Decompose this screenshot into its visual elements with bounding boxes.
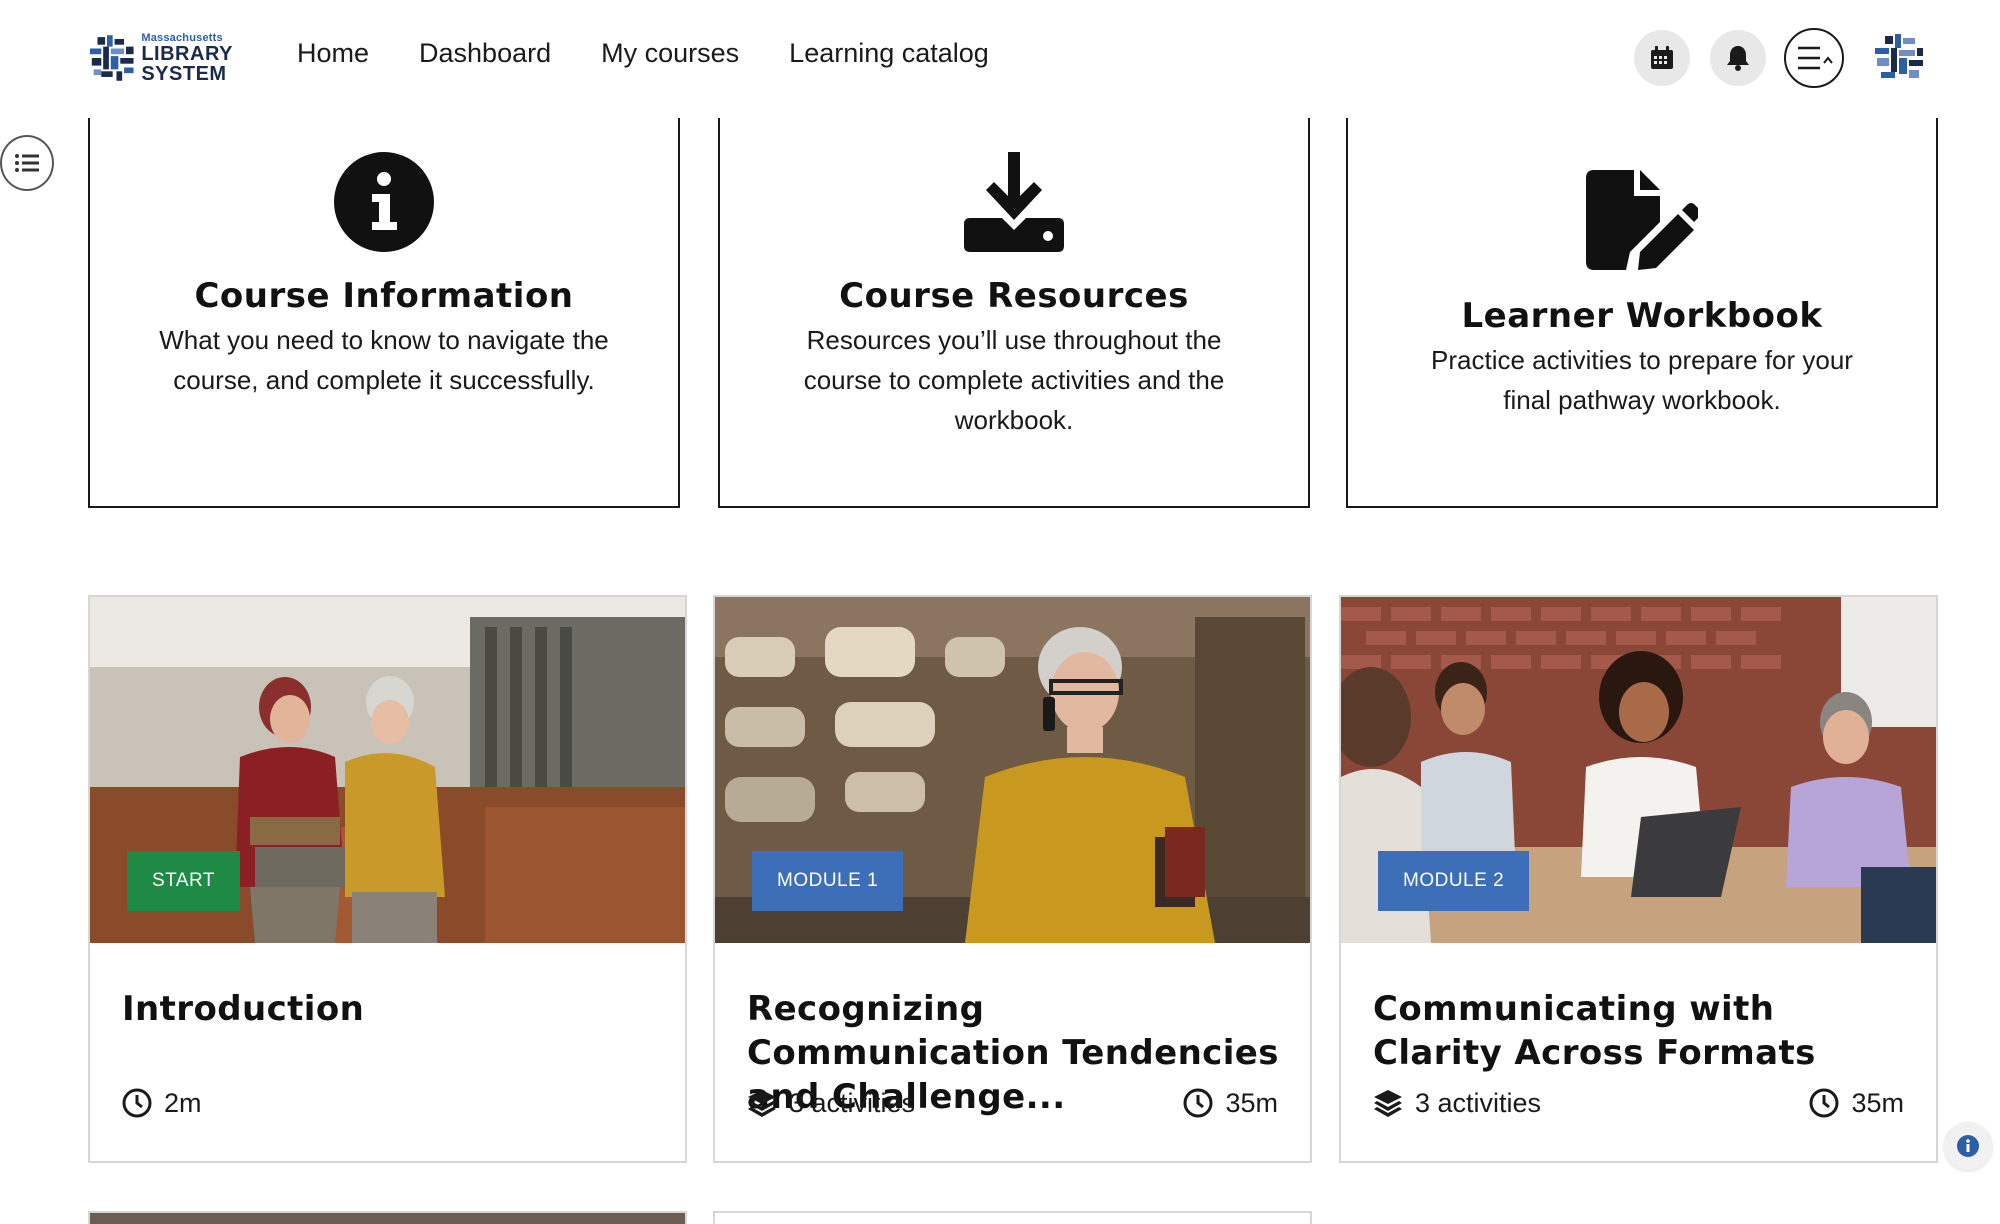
primary-nav: Home Dashboard My courses Learning catal… xyxy=(297,38,1039,69)
info-card-description: What you need to know to navigate the co… xyxy=(159,325,609,395)
module-title: Communicating with Clarity Across Format… xyxy=(1373,989,1816,1073)
module-duration: 35m xyxy=(1183,1088,1278,1119)
nav-learning-catalog[interactable]: Learning catalog xyxy=(789,38,989,69)
user-menu-button[interactable] xyxy=(1784,28,1844,88)
floating-info-button[interactable] xyxy=(1944,1122,1992,1170)
course-index-toggle[interactable] xyxy=(0,135,54,191)
logo-small-text: Massachusetts xyxy=(141,31,223,44)
module-card-partial[interactable] xyxy=(88,1211,687,1224)
clock-icon xyxy=(122,1088,152,1118)
module-activities-text: 3 activities xyxy=(789,1087,916,1118)
layers-icon xyxy=(748,1090,776,1117)
calendar-icon xyxy=(1651,46,1673,69)
layers-icon xyxy=(1374,1090,1402,1117)
file-pen-icon xyxy=(1586,170,1698,270)
module-card-introduction[interactable]: START Introduction 2m xyxy=(88,595,687,1163)
user-avatar[interactable] xyxy=(1871,30,1927,86)
info-card-title: Course Information xyxy=(194,276,574,316)
info-card-description: Practice activities to prepare for your … xyxy=(1431,345,1853,415)
module-meta: 3 activities 35m xyxy=(1373,1085,1904,1121)
module-duration-text: 35m xyxy=(1225,1087,1278,1118)
module-badge: START xyxy=(127,851,241,911)
clock-icon xyxy=(1183,1088,1213,1118)
module-duration-text: 35m xyxy=(1851,1087,1904,1118)
module-duration: 2m xyxy=(122,1088,202,1119)
download-icon xyxy=(964,152,1064,252)
nav-home[interactable]: Home xyxy=(297,38,369,69)
notifications-button[interactable] xyxy=(1710,30,1766,86)
info-card-title: Course Resources xyxy=(839,276,1189,316)
module-badge: MODULE 2 xyxy=(1378,851,1530,911)
logo-line-2: SYSTEM xyxy=(141,62,227,85)
module-card-partial[interactable] xyxy=(713,1211,1312,1224)
library-logo[interactable]: Massachusetts LIBRARY SYSTEM xyxy=(88,30,233,86)
logo-text: Massachusetts LIBRARY SYSTEM xyxy=(141,31,233,85)
info-card-title: Learner Workbook xyxy=(1461,296,1823,336)
module-activities-text: 3 activities xyxy=(1415,1087,1542,1118)
site-header: Massachusetts LIBRARY SYSTEM Home Dashbo… xyxy=(0,0,2000,116)
bell-icon xyxy=(1727,46,1749,71)
module-activities: 3 activities xyxy=(1373,1088,1541,1119)
module-badge: MODULE 1 xyxy=(752,851,904,911)
module-duration: 35m xyxy=(1809,1088,1904,1119)
module-meta: 3 activities 35m xyxy=(747,1085,1278,1121)
info-icon xyxy=(1957,1135,1979,1157)
module-title: Introduction xyxy=(122,989,365,1029)
avatar-logo-icon xyxy=(1871,30,1927,86)
module-activities: 3 activities xyxy=(747,1088,915,1119)
info-card-description: Resources you’ll use throughout the cour… xyxy=(803,325,1225,435)
nav-my-courses[interactable]: My courses xyxy=(601,38,739,69)
clock-icon xyxy=(1809,1088,1839,1118)
course-resources-card[interactable]: Course Resources Resources you’ll use th… xyxy=(718,118,1310,508)
list-icon xyxy=(15,154,39,172)
menu-lines-icon xyxy=(1798,46,1833,70)
calendar-button[interactable] xyxy=(1634,30,1690,86)
info-circle-icon xyxy=(334,152,434,252)
course-information-card[interactable]: Course Information What you need to know… xyxy=(88,118,680,508)
module-card-module-1[interactable]: MODULE 1 Recognizing Communication Tende… xyxy=(713,595,1312,1163)
module-meta: 2m xyxy=(122,1085,653,1121)
learner-workbook-card[interactable]: Learner Workbook Practice activities to … xyxy=(1346,118,1938,508)
logo-line-1: LIBRARY xyxy=(141,42,233,65)
module-card-module-2[interactable]: MODULE 2 Communicating with Clarity Acro… xyxy=(1339,595,1938,1163)
module-duration-text: 2m xyxy=(164,1087,202,1118)
nav-dashboard[interactable]: Dashboard xyxy=(419,38,551,69)
logo-mark-icon xyxy=(89,35,134,81)
